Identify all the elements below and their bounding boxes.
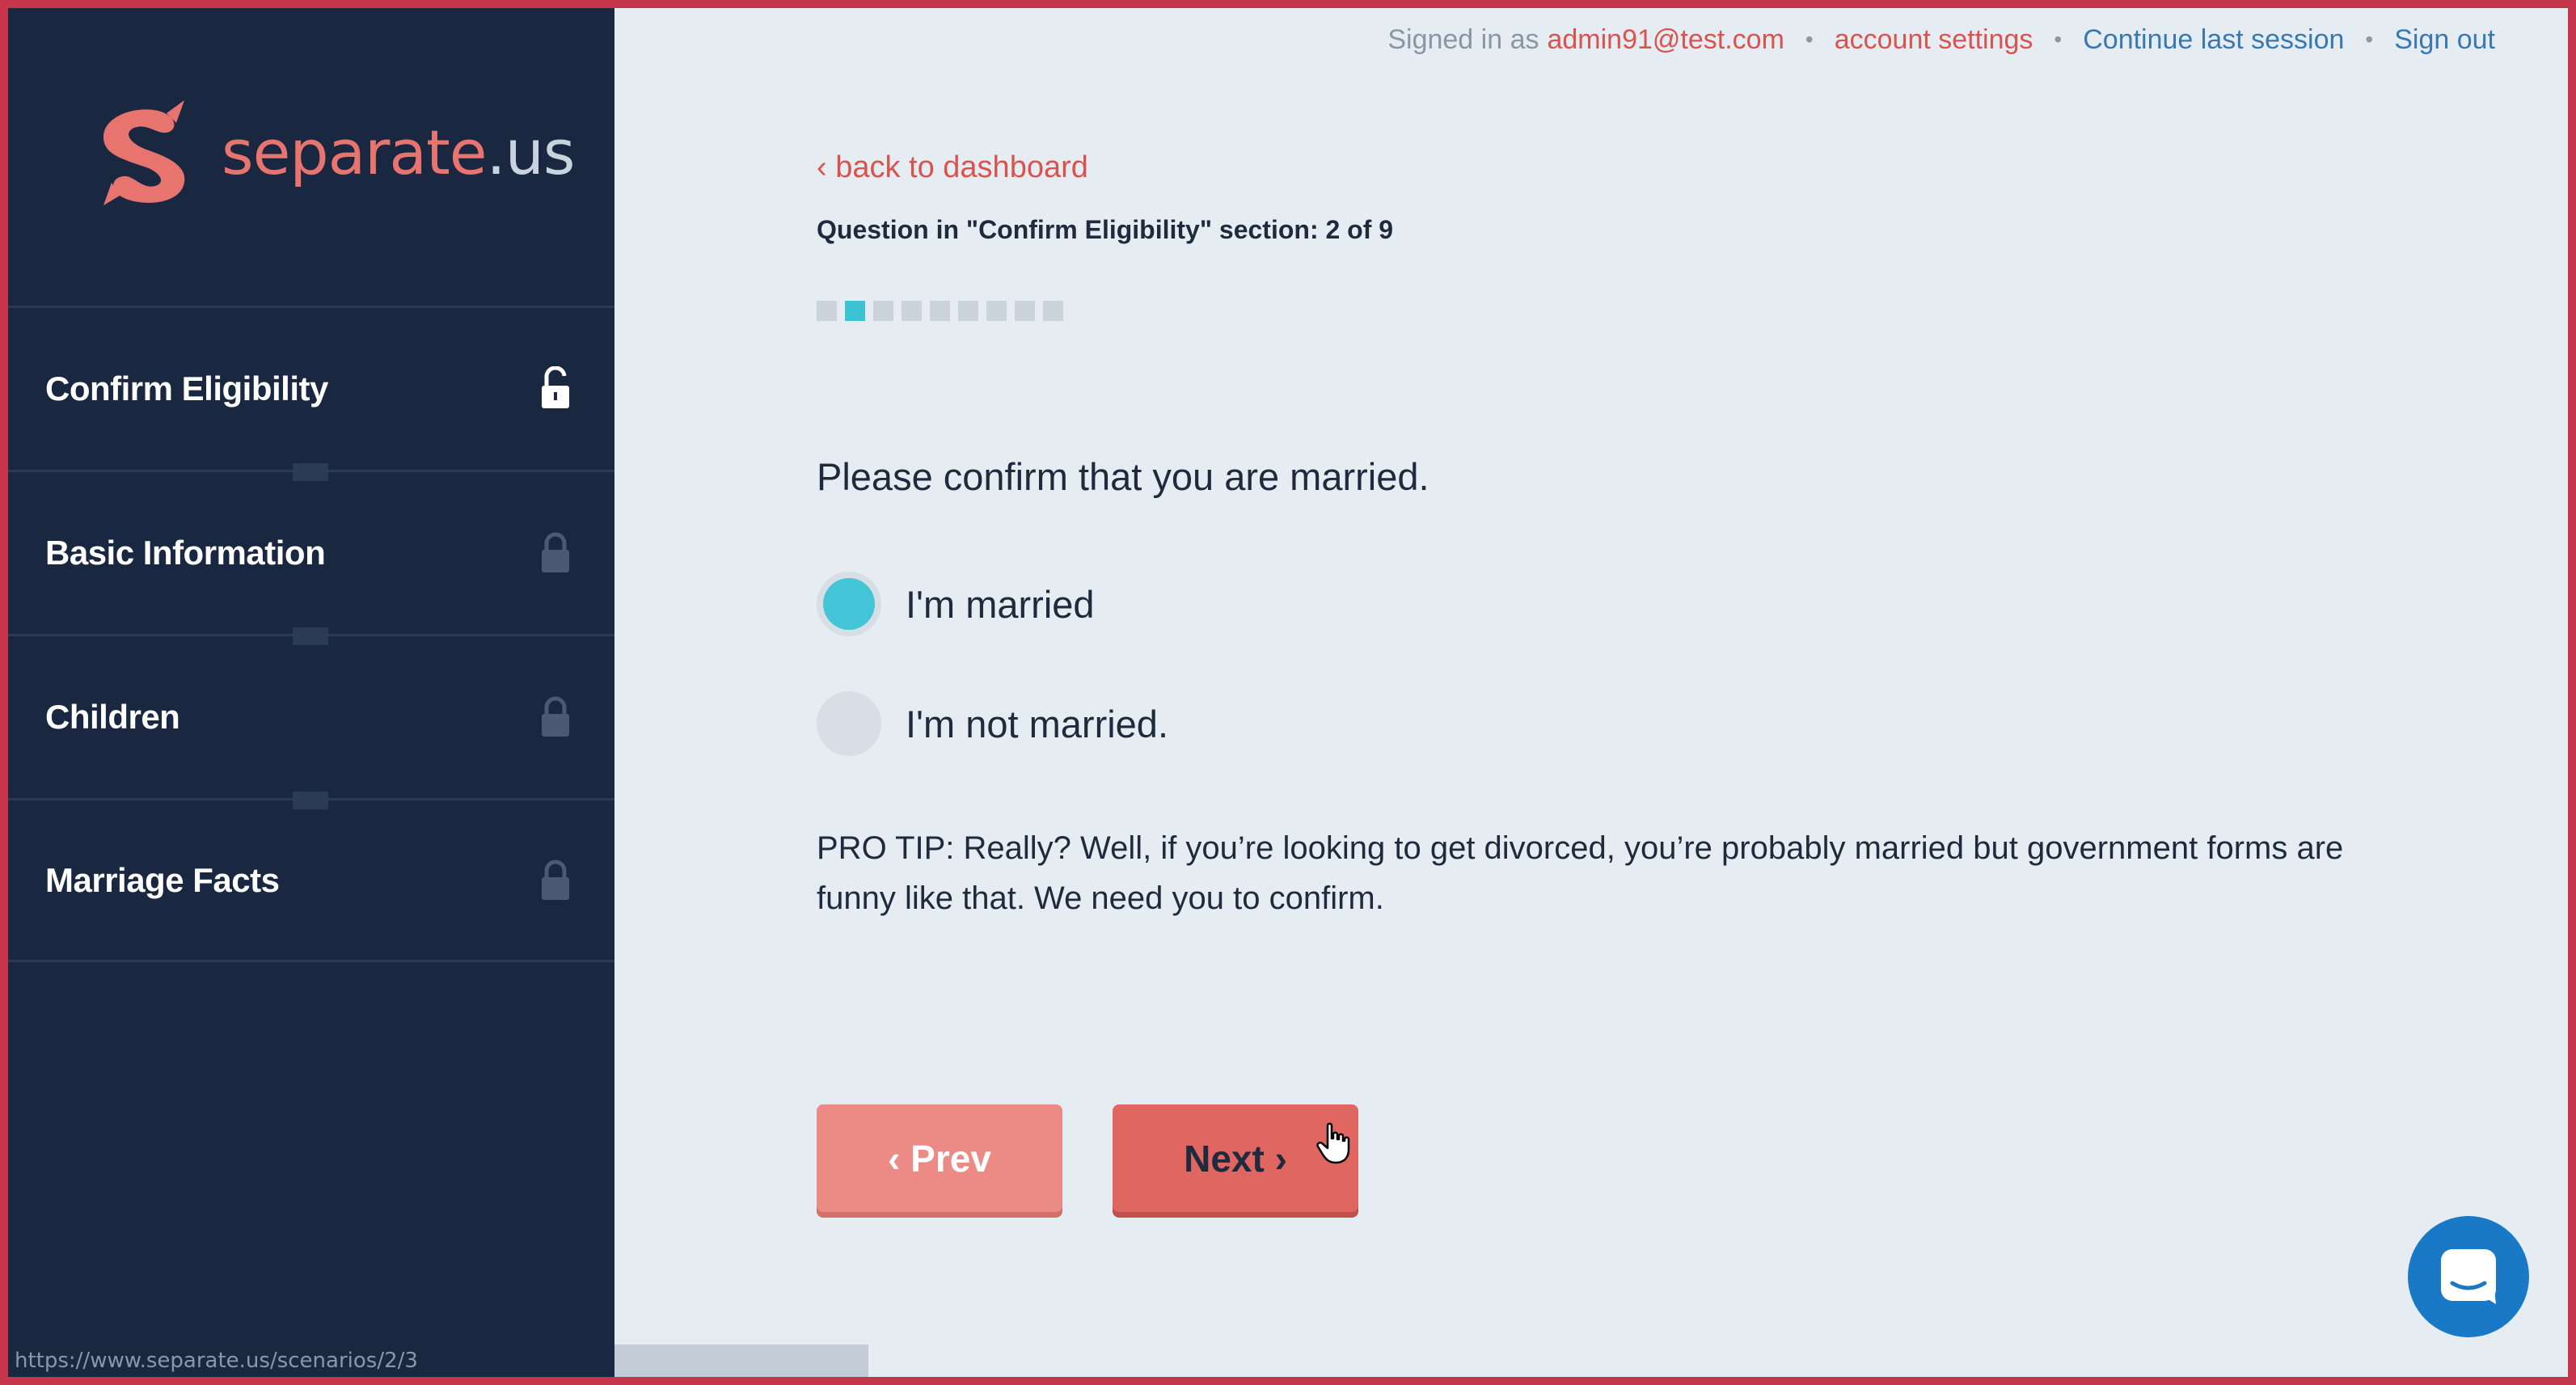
option-not-married[interactable]: I'm not married. bbox=[817, 691, 1168, 756]
continue-session-link[interactable]: Continue last session bbox=[2083, 24, 2344, 56]
progress-step bbox=[958, 301, 978, 321]
sidebar: separate.us Confirm Eligibility Basic In… bbox=[0, 0, 614, 1385]
sidebar-item-label: Confirm Eligibility bbox=[45, 369, 328, 407]
signed-in-prefix: Signed in as bbox=[1387, 23, 1539, 55]
sidebar-item-basic-information[interactable]: Basic Information bbox=[0, 470, 614, 645]
section-connector bbox=[293, 463, 328, 481]
status-bar-fill bbox=[614, 1345, 868, 1377]
lock-icon bbox=[542, 696, 569, 737]
option-label: I'm married bbox=[906, 582, 1095, 626]
progress-step bbox=[873, 301, 893, 321]
progress-step bbox=[1043, 301, 1063, 321]
chat-icon bbox=[2441, 1249, 2496, 1304]
progress-step bbox=[930, 301, 950, 321]
sidebar-item-marriage-facts[interactable]: Marriage Facts bbox=[0, 798, 614, 962]
browser-status-bar: https://www.separate.us/scenarios/2/3 bbox=[8, 1345, 868, 1377]
radio-married[interactable] bbox=[817, 572, 881, 636]
question-counter: Question in "Confirm Eligibility" sectio… bbox=[817, 215, 1394, 244]
brand-logo[interactable]: separate.us bbox=[87, 95, 575, 209]
progress-step bbox=[986, 301, 1007, 321]
lock-icon bbox=[542, 859, 569, 900]
account-settings-link[interactable]: account settings bbox=[1835, 24, 2033, 56]
progress-steps bbox=[817, 301, 1063, 321]
sidebar-item-label: Marriage Facts bbox=[45, 860, 280, 899]
prev-button[interactable]: ‹ Prev bbox=[817, 1104, 1062, 1212]
hand-cursor-icon bbox=[1316, 1122, 1350, 1164]
brand-name: separate.us bbox=[222, 116, 575, 188]
section-connector bbox=[293, 792, 328, 809]
lock-icon bbox=[542, 532, 569, 572]
account-nav: Signed in as admin91@test.com • account … bbox=[1387, 21, 2495, 58]
section-nav: Confirm Eligibility Basic Information Ch… bbox=[0, 306, 614, 962]
separator-dot: • bbox=[1805, 27, 1814, 52]
option-married[interactable]: I'm married bbox=[817, 572, 1095, 636]
sidebar-item-label: Children bbox=[45, 698, 180, 736]
chat-button[interactable] bbox=[2408, 1216, 2529, 1337]
sidebar-item-children[interactable]: Children bbox=[0, 634, 614, 809]
question-text: Please confirm that you are married. bbox=[817, 455, 1429, 498]
pro-tip: PRO TIP: Really? Well, if you’re looking… bbox=[817, 830, 2344, 916]
radio-not-married[interactable] bbox=[817, 691, 881, 756]
separator-dot: • bbox=[2365, 27, 2374, 52]
unlocked-icon bbox=[542, 366, 569, 408]
progress-step bbox=[817, 301, 837, 321]
section-connector bbox=[293, 627, 328, 645]
progress-step bbox=[845, 301, 865, 321]
option-label: I'm not married. bbox=[906, 702, 1169, 745]
separator-dot: • bbox=[2054, 27, 2063, 52]
sign-out-link[interactable]: Sign out bbox=[2394, 24, 2495, 56]
separate-logo-icon bbox=[103, 100, 185, 205]
user-email-link[interactable]: admin91@test.com bbox=[1547, 24, 1784, 56]
sidebar-item-confirm-eligibility[interactable]: Confirm Eligibility bbox=[0, 306, 614, 481]
progress-step bbox=[1015, 301, 1035, 321]
progress-step bbox=[902, 301, 922, 321]
sidebar-item-label: Basic Information bbox=[45, 534, 326, 572]
back-to-dashboard-link[interactable]: ‹ back to dashboard bbox=[817, 150, 1088, 185]
status-url: https://www.separate.us/scenarios/2/3 bbox=[8, 1345, 614, 1377]
